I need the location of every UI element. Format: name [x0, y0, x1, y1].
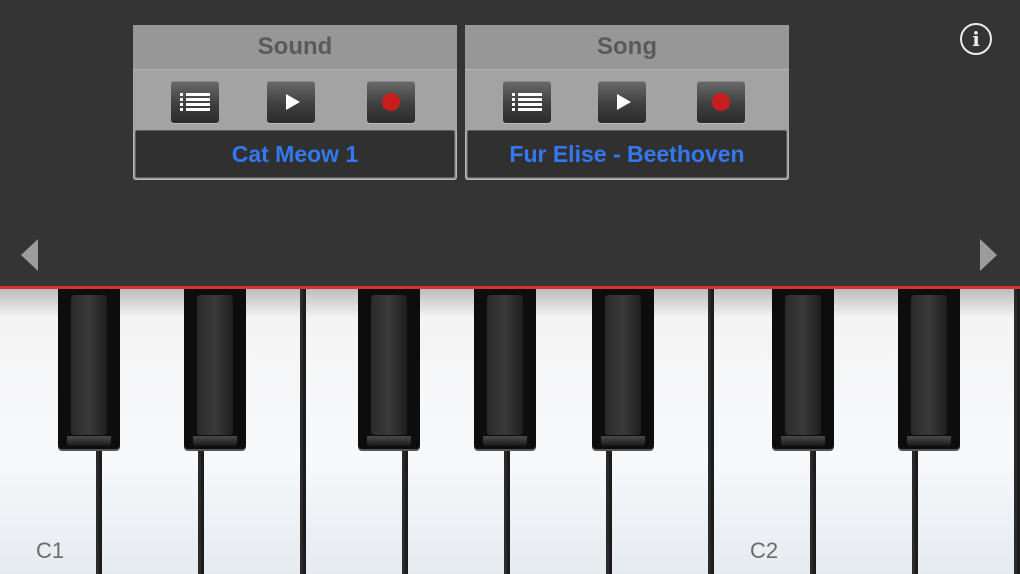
- sound-button-row: [133, 70, 457, 132]
- sound-panel: Sound Cat Meow 1: [133, 25, 457, 180]
- song-record-button[interactable]: [697, 81, 745, 123]
- sound-name-display[interactable]: Cat Meow 1: [135, 130, 455, 178]
- black-key[interactable]: [474, 289, 536, 449]
- black-key[interactable]: [358, 289, 420, 449]
- info-icon[interactable]: i: [960, 23, 992, 55]
- play-icon: [617, 94, 631, 110]
- sound-record-button[interactable]: [367, 81, 415, 123]
- list-icon: [512, 93, 542, 111]
- song-play-button[interactable]: [598, 81, 646, 123]
- song-name-display[interactable]: Fur Elise - Beethoven: [467, 130, 787, 178]
- black-key[interactable]: [58, 289, 120, 449]
- record-icon: [712, 93, 730, 111]
- record-icon: [382, 93, 400, 111]
- list-icon: [180, 93, 210, 111]
- sound-panel-title: Sound: [133, 25, 457, 70]
- song-list-button[interactable]: [503, 81, 551, 123]
- song-panel-title: Song: [465, 25, 789, 70]
- song-panel: Song Fur Elise - Beethoven: [465, 25, 789, 180]
- scroll-right-arrow-icon[interactable]: [980, 239, 997, 271]
- black-key[interactable]: [184, 289, 246, 449]
- piano-keyboard: C1 C2: [0, 289, 1020, 574]
- play-icon: [286, 94, 300, 110]
- black-key[interactable]: [898, 289, 960, 449]
- black-key[interactable]: [592, 289, 654, 449]
- sound-list-button[interactable]: [171, 81, 219, 123]
- key-label: C2: [750, 538, 779, 563]
- black-key[interactable]: [772, 289, 834, 449]
- song-button-row: [465, 70, 789, 132]
- scroll-left-arrow-icon[interactable]: [21, 239, 38, 271]
- key-label: C1: [36, 538, 65, 563]
- sound-play-button[interactable]: [267, 81, 315, 123]
